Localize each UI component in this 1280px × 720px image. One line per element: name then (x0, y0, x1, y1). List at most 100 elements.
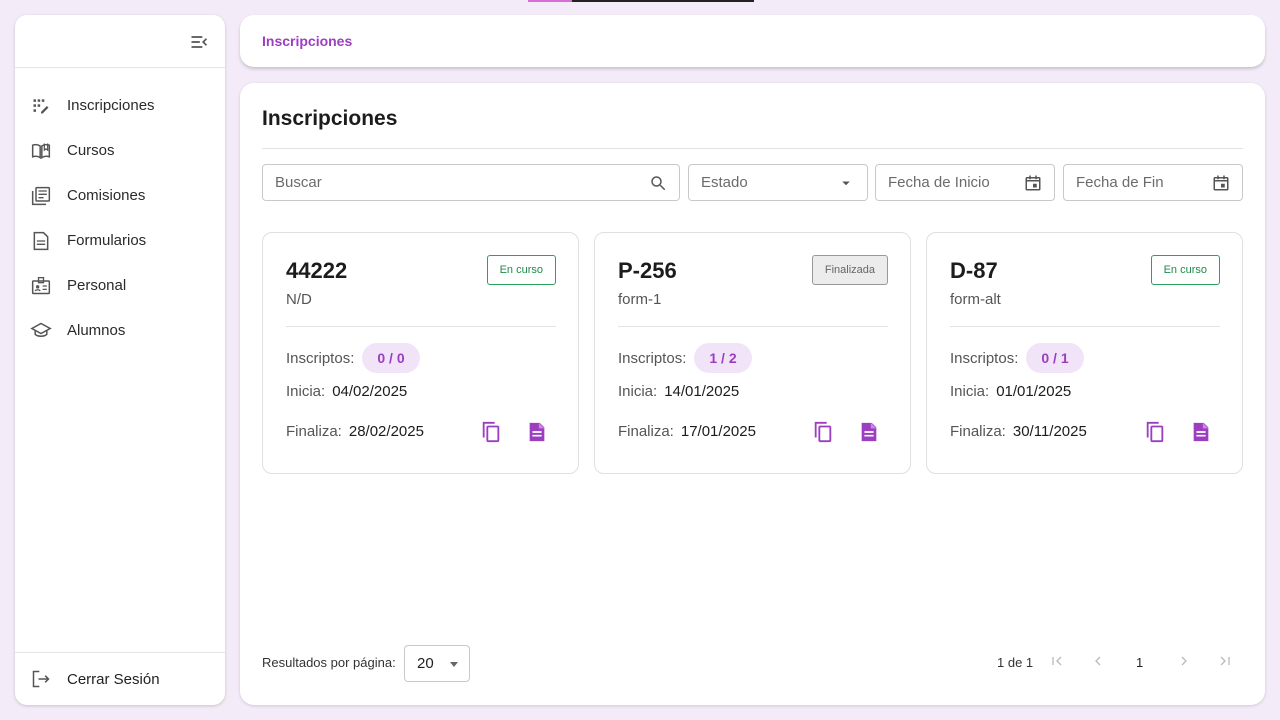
page-number-current[interactable]: 1 (1136, 655, 1143, 670)
fecha-fin-field[interactable]: Fecha de Fin (1063, 164, 1243, 201)
sidebar-item-comisiones[interactable]: Comisiones (15, 173, 225, 218)
breadcrumb-current[interactable]: Inscripciones (262, 33, 352, 49)
fecha-inicio-field[interactable]: Fecha de Inicio (875, 164, 1055, 201)
finaliza-label: Finaliza: (618, 423, 674, 440)
search-input[interactable]: Buscar (262, 164, 680, 201)
calendar-icon[interactable] (1212, 174, 1230, 192)
inscriptos-row: Inscriptos: 0 / 1 (950, 343, 1084, 373)
page-title: Inscripciones (262, 107, 398, 130)
status-badge: En curso (486, 255, 556, 285)
search-icon (651, 176, 666, 191)
estado-label: Estado (701, 174, 748, 191)
card-actions (812, 421, 880, 443)
finaliza-value: 28/02/2025 (348, 423, 424, 440)
inscriptos-count: 0 / 1 (1026, 343, 1084, 373)
school-icon (30, 320, 52, 342)
form-document-icon[interactable] (858, 421, 880, 443)
finaliza-row: Finaliza: 30/11/2025 (950, 423, 1087, 440)
finaliza-label: Finaliza: (950, 423, 1006, 440)
sidebar-item-formularios[interactable]: Formularios (15, 218, 225, 263)
fecha-fin-label: Fecha de Fin (1076, 174, 1164, 191)
inscriptos-row: Inscriptos: 0 / 0 (286, 343, 420, 373)
sidebar-item-label: Comisiones (67, 187, 146, 204)
inscriptos-label: Inscriptos: (618, 349, 687, 367)
status-badge: Finalizada (811, 255, 888, 285)
status-badge: En curso (1150, 255, 1220, 285)
breadcrumb: Inscripciones (240, 15, 1265, 67)
calendar-icon[interactable] (1024, 174, 1042, 192)
inscripcion-card[interactable]: P-256 form-1 Finalizada Inscriptos: 1 / … (594, 232, 911, 474)
rows-per-page-value: 20 (417, 655, 434, 672)
copy-icon[interactable] (812, 421, 834, 443)
menu-collapse-icon[interactable] (189, 32, 209, 52)
inscriptos-count: 0 / 0 (362, 343, 420, 373)
document-icon (30, 230, 52, 252)
card-code: D-87 (950, 258, 998, 283)
inscriptos-label: Inscriptos: (950, 349, 1019, 367)
card-code: 44222 (286, 258, 348, 283)
rows-per-page-select[interactable]: 20 (404, 645, 470, 682)
card-code: P-256 (618, 258, 677, 283)
search-placeholder: Buscar (275, 174, 322, 191)
inicia-value: 01/01/2025 (996, 383, 1072, 400)
card-form: form-alt (950, 291, 1001, 308)
title-divider (262, 148, 1243, 149)
estado-select[interactable]: Estado (688, 164, 868, 201)
copy-icon[interactable] (1144, 421, 1166, 443)
chevron-down-icon (450, 662, 458, 667)
sidebar: Inscripciones Cursos Comisiones Formular… (15, 15, 225, 705)
sidebar-item-label: Cursos (67, 142, 115, 159)
finaliza-row: Finaliza: 17/01/2025 (618, 423, 756, 440)
logout-label: Cerrar Sesión (67, 670, 160, 688)
finaliza-value: 17/01/2025 (680, 423, 756, 440)
finaliza-row: Finaliza: 28/02/2025 (286, 423, 424, 440)
logout-icon (30, 668, 52, 690)
next-page-icon[interactable] (1174, 651, 1194, 671)
first-page-icon[interactable] (1047, 651, 1067, 671)
main-panel: Inscripciones Buscar Estado Fecha de Ini… (240, 83, 1265, 705)
inicia-row: Inicia: 04/02/2025 (286, 383, 407, 400)
form-document-icon[interactable] (1190, 421, 1212, 443)
finaliza-label: Finaliza: (286, 423, 342, 440)
card-divider (950, 326, 1220, 327)
sidebar-item-label: Personal (67, 277, 127, 294)
sidebar-item-alumnos[interactable]: Alumnos (15, 308, 225, 353)
top-progress-strip (528, 0, 754, 2)
sidebar-item-cursos[interactable]: Cursos (15, 128, 225, 173)
sidebar-header (15, 15, 225, 68)
inicia-row: Inicia: 01/01/2025 (950, 383, 1071, 400)
copy-icon[interactable] (480, 421, 502, 443)
prev-page-icon[interactable] (1088, 651, 1108, 671)
sidebar-item-personal[interactable]: Personal (15, 263, 225, 308)
sidebar-item-label: Alumnos (67, 322, 126, 339)
inicia-value: 04/02/2025 (332, 383, 408, 400)
sidebar-nav: Inscripciones Cursos Comisiones Formular… (15, 68, 225, 652)
sidebar-item-inscripciones[interactable]: Inscripciones (15, 83, 225, 128)
sidebar-item-label: Inscripciones (67, 97, 155, 114)
list-edit-icon (30, 95, 52, 117)
rows-per-page-label: Resultados por página: (262, 655, 396, 670)
finaliza-value: 30/11/2025 (1012, 423, 1087, 440)
card-divider (618, 326, 888, 327)
library-icon (30, 185, 52, 207)
inscriptos-count: 1 / 2 (694, 343, 752, 373)
inscriptos-row: Inscriptos: 1 / 2 (618, 343, 752, 373)
inicia-label: Inicia: (286, 383, 326, 400)
inicia-row: Inicia: 14/01/2025 (618, 383, 739, 400)
inscriptos-label: Inscriptos: (286, 349, 355, 367)
sidebar-item-label: Formularios (67, 232, 147, 249)
card-divider (286, 326, 556, 327)
inicia-label: Inicia: (950, 383, 990, 400)
inscripcion-card[interactable]: 44222 N/D En curso Inscriptos: 0 / 0 Ini… (262, 232, 579, 474)
inscripcion-card[interactable]: D-87 form-alt En curso Inscriptos: 0 / 1… (926, 232, 1243, 474)
inicia-label: Inicia: (618, 383, 658, 400)
card-actions (1144, 421, 1212, 443)
inicia-value: 14/01/2025 (664, 383, 740, 400)
book-icon (30, 140, 52, 162)
form-document-icon[interactable] (526, 421, 548, 443)
chevron-down-icon (842, 181, 850, 186)
page-info: 1 de 1 (997, 655, 1034, 670)
last-page-icon[interactable] (1215, 651, 1235, 671)
card-form: N/D (286, 291, 312, 308)
logout-button[interactable]: Cerrar Sesión (15, 652, 225, 705)
